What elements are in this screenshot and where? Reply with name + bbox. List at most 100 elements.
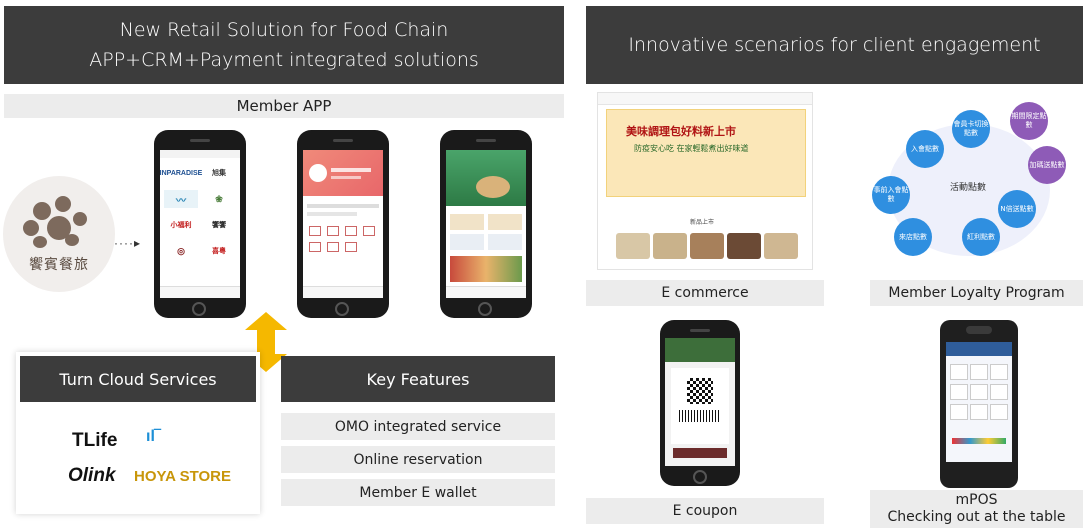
mpos-device [940,320,1018,488]
loyalty-diagram: 會員卡切換點數 期間限定點數 加碼送點數 N倍送點數 紅利點數 來店點數 事前入… [870,100,1075,268]
menu-tile[interactable] [488,234,522,250]
home-button [478,302,492,316]
loyalty-center-label: 活動點數 [950,183,987,193]
menu-icon[interactable] [363,226,375,236]
loyalty-caption: Member Loyalty Program [870,280,1083,306]
member-app-label: Member APP [4,94,564,118]
turn-cloud-title: Turn Cloud Services [20,356,256,402]
left-header-line2: APP+CRM+Payment integrated solutions [89,49,479,71]
brand-cell[interactable]: ❀ [202,190,236,208]
menu-tile[interactable] [450,234,484,250]
menu-icon[interactable] [345,242,357,252]
tab-bar[interactable] [303,286,383,298]
home-button [192,302,206,316]
paw-dot [65,234,79,246]
wave-icon: 〰 [176,195,186,207]
mpos-tile[interactable] [990,384,1008,400]
brand-cell[interactable]: 旭集 [202,164,236,182]
brand-cell[interactable]: 〰 [164,190,198,208]
leaf-icon: ❀ [215,193,223,204]
feature-item: OMO integrated service [281,413,555,440]
loyalty-node: 加碼送點數 [1028,146,1066,184]
phone-mockup-member [297,130,389,318]
phone-screen [303,150,383,298]
loyalty-node: 事前入會點數 [872,176,910,214]
product-thumb[interactable] [690,233,724,259]
mpos-caption: mPOS Checking out at the table [870,490,1083,528]
brand-cell[interactable]: 小福利 [164,216,198,234]
mpos-tile[interactable] [990,404,1008,420]
tab-bar[interactable] [160,286,240,298]
product-thumb[interactable] [616,233,650,259]
emblem-icon: ◎ [177,245,185,256]
paw-dot [55,196,71,212]
section-label: 新品上市 [690,220,715,226]
paw-dot [33,202,51,220]
menu-icon[interactable] [327,242,339,252]
left-header: New Retail Solution for Food Chain APP+C… [4,6,564,84]
menu-icon[interactable] [327,226,339,236]
brand-cell[interactable]: 喜粵 [202,242,236,260]
hoya-store-logo: HOYA STORE [134,468,231,485]
menu-tile[interactable] [488,214,522,230]
menu-icon[interactable] [345,226,357,236]
menu-icon[interactable] [309,242,321,252]
menu-tile[interactable] [450,214,484,230]
loyalty-node: 會員卡切換點數 [952,110,990,148]
info-line [307,204,379,208]
mpos-tile[interactable] [970,384,988,400]
tab-bar[interactable] [446,286,526,298]
phone-screen: INPARADISE 旭集 〰 ❀ 小福利 饗饗 ◎ 喜粵 [160,150,240,298]
ecoupon-caption: E coupon [586,498,824,524]
product-thumb[interactable] [727,233,761,259]
product-thumb[interactable] [653,233,687,259]
phone-speaker [690,329,710,332]
mpos-tile[interactable] [970,404,988,420]
mpos-header [946,342,1012,356]
paw-dot [73,212,87,226]
loyalty-node: 來店點數 [894,218,932,256]
home-button [335,302,349,316]
tlife-logo: TLife [72,430,118,451]
mpos-tile[interactable] [950,404,968,420]
home-button [693,470,707,484]
ecommerce-screenshot: 美味調理包好料新上市 防疫安心吃 在家輕鬆煮出好味道 新品上市 [597,92,813,270]
feature-item: Online reservation [281,446,555,473]
phone-speaker [190,139,210,142]
feature-item: Member E wallet [281,479,555,506]
paw-dot [23,220,39,236]
mpos-tile[interactable] [950,384,968,400]
mpos-caption-line2: Checking out at the table [887,509,1066,525]
key-features-title: Key Features [281,356,555,402]
device-logo [966,326,992,334]
promo-strip[interactable] [450,256,522,282]
mpos-tile[interactable] [970,364,988,380]
brand-cell[interactable]: INPARADISE [160,164,202,182]
right-header-title: Innovative scenarios for client engageme… [628,34,1041,56]
phone-mockup-food [440,130,532,318]
info-line [307,212,357,216]
mpos-tile[interactable] [990,364,1008,380]
mpos-caption-line1: mPOS [955,492,998,508]
loyalty-node: 紅利點數 [962,218,1000,256]
loyalty-node: 入會點數 [906,130,944,168]
qr-code-icon [687,378,713,404]
status-bar [160,150,240,158]
brand-cell[interactable]: ◎ [164,242,198,260]
member-info-line [331,176,361,179]
ecommerce-caption: E commerce [586,280,824,306]
phone-screen [446,150,526,298]
phone-speaker [333,139,353,142]
redeem-button[interactable] [673,448,727,458]
member-name-line [331,168,371,172]
menu-icon[interactable] [309,226,321,236]
brand-cell[interactable]: 饗饗 [202,216,236,234]
ecommerce-banner-title: 美味調理包好料新上市 [626,125,736,138]
left-header-line1: New Retail Solution for Food Chain [119,19,449,41]
brand-logo: 饗賓餐旅 [3,176,115,292]
signal-logo-icon: ıl‾ [146,428,161,445]
paw-dot [33,236,47,248]
payment-logos [952,438,1006,444]
mpos-tile[interactable] [950,364,968,380]
product-thumb[interactable] [764,233,798,259]
